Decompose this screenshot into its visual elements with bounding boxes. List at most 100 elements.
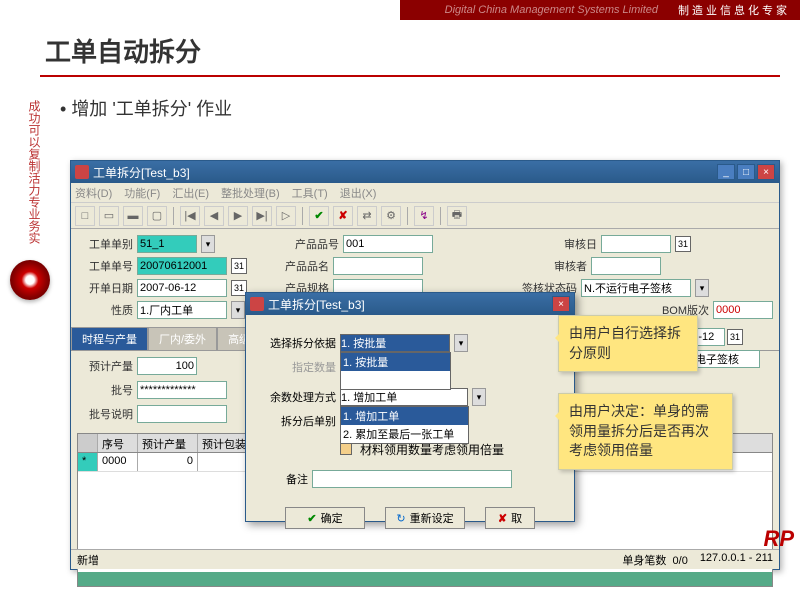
- tb-confirm-icon[interactable]: ✔: [309, 206, 329, 226]
- cell-planqty[interactable]: 0: [138, 453, 198, 471]
- col-plan-qty[interactable]: 预计产量: [138, 434, 198, 452]
- tb-save-icon[interactable]: ▢: [147, 206, 167, 226]
- lbl-start-date: 开单日期: [77, 280, 133, 296]
- audit-date-input[interactable]: [601, 235, 671, 253]
- menu-data[interactable]: 资料(D): [75, 185, 112, 201]
- lbl-nature: 性质: [77, 302, 133, 318]
- cell-seq[interactable]: 0000: [98, 453, 138, 471]
- row-marker: *: [78, 453, 98, 471]
- remainder-drop-icon[interactable]: ▾: [472, 388, 486, 406]
- cancel-icon: ✘: [498, 512, 507, 525]
- rem-opt-1[interactable]: 1. 增加工单: [341, 407, 468, 425]
- bullet-point: 增加 '工单拆分' 作业: [0, 77, 800, 121]
- tb-action-icon[interactable]: ↯: [414, 206, 434, 226]
- nature-input[interactable]: [137, 301, 227, 319]
- menu-exit[interactable]: 退出(X): [340, 185, 377, 201]
- ok-button[interactable]: ✔确定: [285, 507, 365, 529]
- toolbar-sep3: [407, 207, 408, 225]
- tb-print-icon[interactable]: 🖶: [447, 206, 467, 226]
- tb-link-icon[interactable]: ⇄: [357, 206, 377, 226]
- menu-batch[interactable]: 整批处理(B): [221, 185, 280, 201]
- sign-status-input[interactable]: [581, 279, 691, 297]
- tb-next-icon[interactable]: ▶: [228, 206, 248, 226]
- menu-func[interactable]: 功能(F): [124, 185, 160, 201]
- callout-2: 由用户决定：单身的需领用量拆分后是否再次考虑领用倍量: [558, 393, 733, 470]
- rem-opt-2[interactable]: 2. 累加至最后一张工单: [341, 425, 468, 443]
- rp-logo: RP: [763, 526, 794, 552]
- calendar-icon[interactable]: 31: [675, 236, 691, 252]
- menu-tools[interactable]: 工具(T): [292, 185, 328, 201]
- split-opt-1[interactable]: 1. 按批量: [341, 353, 450, 371]
- close-button[interactable]: ×: [757, 164, 775, 180]
- tb-open-icon[interactable]: ▭: [99, 206, 119, 226]
- tb-delete-icon[interactable]: ▬: [123, 206, 143, 226]
- calendar-icon2[interactable]: 31: [231, 258, 247, 274]
- main-titlebar[interactable]: 工单拆分[Test_b3] _ □ ×: [71, 161, 779, 183]
- tb-last-icon[interactable]: ▶|: [252, 206, 272, 226]
- split-opt-2[interactable]: 2. 按指定数量: [341, 371, 450, 389]
- maximize-button[interactable]: □: [737, 164, 755, 180]
- toolbar: □ ▭ ▬ ▢ |◀ ◀ ▶ ▶| ▷ ✔ ✘ ⇄ ⚙ ↯ 🖶: [71, 203, 779, 229]
- lbl-plan-qty: 预计产量: [77, 358, 133, 374]
- tb-prev-icon[interactable]: ◀: [204, 206, 224, 226]
- statusbar: 新增 单身笔数 0/0 127.0.0.1 - 211: [71, 549, 779, 569]
- lbl-order-type: 工单单别: [77, 236, 133, 252]
- callout-1: 由用户自行选择拆分原则: [558, 315, 698, 372]
- status-ip: 127.0.0.1 - 211: [700, 552, 773, 568]
- split-by-drop-icon[interactable]: ▾: [454, 334, 468, 352]
- lbl-remainder: 余数处理方式: [258, 389, 336, 405]
- dialog-close-button[interactable]: ×: [552, 296, 570, 312]
- tb-gear-icon[interactable]: ⚙: [381, 206, 401, 226]
- start-date-input[interactable]: [137, 279, 227, 297]
- product-no-input[interactable]: [343, 235, 433, 253]
- window-title: 工单拆分[Test_b3]: [93, 164, 717, 181]
- dcms-text: Digital China Management Systems Limited: [445, 4, 658, 16]
- cancel-button[interactable]: ✘取: [485, 507, 535, 529]
- material-checkbox[interactable]: [340, 443, 352, 455]
- minimize-button[interactable]: _: [717, 164, 735, 180]
- order-no-input[interactable]: [137, 257, 227, 275]
- lbl-split-by: 选择拆分依据: [258, 335, 336, 351]
- tab-internal[interactable]: 厂内/委外: [148, 327, 217, 350]
- auditor-input[interactable]: [591, 257, 661, 275]
- reset-icon: ↻: [396, 512, 405, 525]
- sign-status-drop-icon[interactable]: ▾: [695, 279, 709, 297]
- split-dialog: 工单拆分[Test_b3] × 选择拆分依据 1. 按批量 1. 按批量 2. …: [245, 292, 575, 522]
- tb-play-icon[interactable]: ▷: [276, 206, 296, 226]
- batch-input[interactable]: [137, 381, 227, 399]
- dialog-icon: [250, 297, 264, 311]
- split-by-select[interactable]: 1. 按批量 1. 按批量 2. 按指定数量: [340, 334, 450, 352]
- calligraphy-sidebar: 成功可以复制活力专业务实: [24, 100, 42, 244]
- tb-first-icon[interactable]: |◀: [180, 206, 200, 226]
- lbl-product-name: 产品品名: [273, 258, 329, 274]
- top-bar: Digital China Management Systems Limited…: [0, 0, 800, 20]
- app-icon: [75, 165, 89, 179]
- check-icon: ✔: [307, 512, 316, 525]
- toolbar-sep4: [440, 207, 441, 225]
- reset-button[interactable]: ↻重新设定: [385, 507, 465, 529]
- lbl-auditor: 审核者: [531, 258, 587, 274]
- menu-export[interactable]: 汇出(E): [172, 185, 209, 201]
- lbl-order-no: 工单单号: [77, 258, 133, 274]
- batch-desc-input[interactable]: [137, 405, 227, 423]
- tb-cancel-icon[interactable]: ✘: [333, 206, 353, 226]
- remark-input[interactable]: [312, 470, 512, 488]
- menubar: 资料(D) 功能(F) 汇出(E) 整批处理(B) 工具(T) 退出(X): [71, 183, 779, 203]
- tb-new-icon[interactable]: □: [75, 206, 95, 226]
- product-name-input[interactable]: [333, 257, 423, 275]
- nature-drop-icon[interactable]: ▾: [231, 301, 245, 319]
- lbl-batch-desc: 批号说明: [77, 406, 133, 422]
- tab-schedule[interactable]: 时程与产量: [71, 327, 148, 350]
- split-by-value: 1. 按批量: [341, 338, 386, 350]
- dialog-titlebar[interactable]: 工单拆分[Test_b3] ×: [246, 293, 574, 315]
- plan-qty-input[interactable]: [137, 357, 197, 375]
- order-type-lookup-icon[interactable]: ▾: [201, 235, 215, 253]
- col-seq[interactable]: 序号: [98, 434, 138, 452]
- bom-ver-input[interactable]: [713, 301, 773, 319]
- remainder-select[interactable]: 1. 增加工单 1. 增加工单 2. 累加至最后一张工单: [340, 388, 468, 406]
- slide-title: 工单自动拆分: [0, 20, 800, 77]
- dialog-buttons: ✔确定 ↻重新设定 ✘取: [258, 507, 562, 529]
- grid-corner: [78, 434, 98, 452]
- order-type-input[interactable]: [137, 235, 197, 253]
- calendar-icon4[interactable]: 31: [727, 329, 743, 345]
